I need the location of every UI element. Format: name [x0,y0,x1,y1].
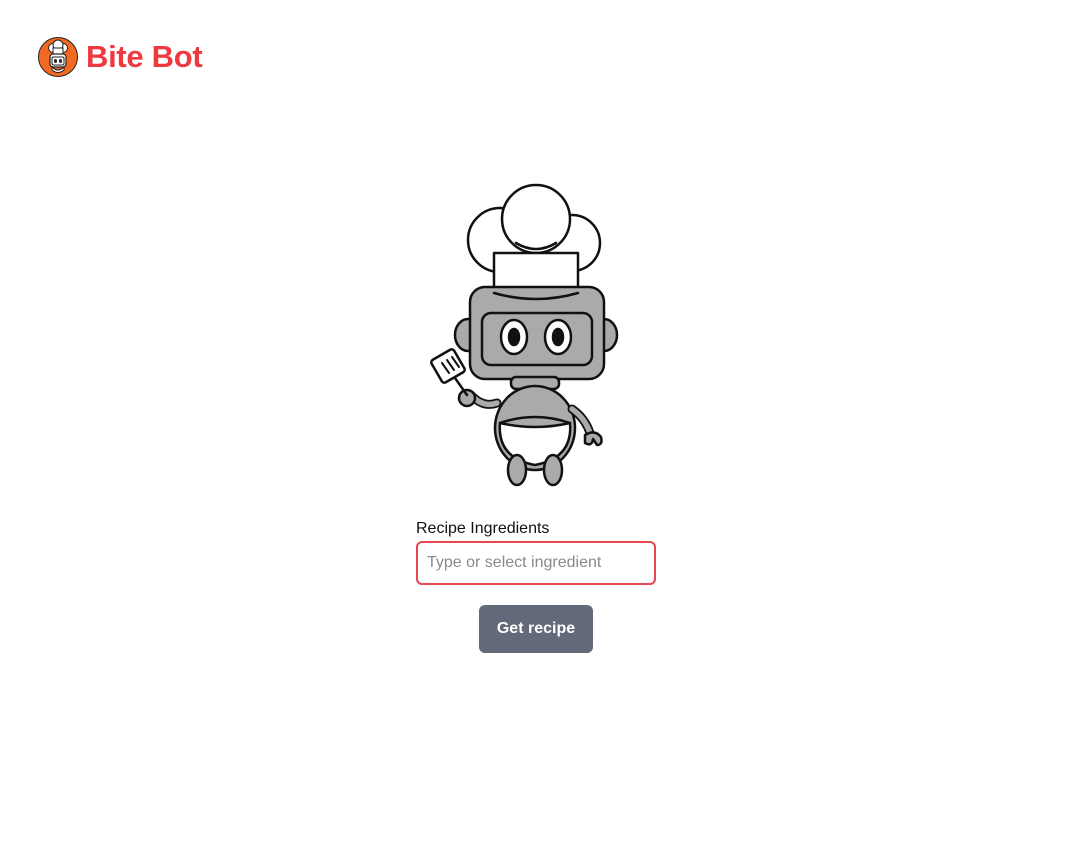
ingredients-label: Recipe Ingredients [416,520,550,537]
robot-chef-logo-icon [38,37,78,77]
recipe-form: Recipe Ingredients [416,519,656,585]
page: Bite Bot Recipe Ingredients Type or sele… [0,0,1071,850]
robot-chef-mascot-icon [430,183,619,487]
ingredient-input[interactable] [416,541,656,585]
get-recipe-button[interactable]: Get recipe [479,605,593,653]
brand-header[interactable]: Bite Bot [38,37,203,77]
brand-name: Bite Bot [86,39,203,74]
